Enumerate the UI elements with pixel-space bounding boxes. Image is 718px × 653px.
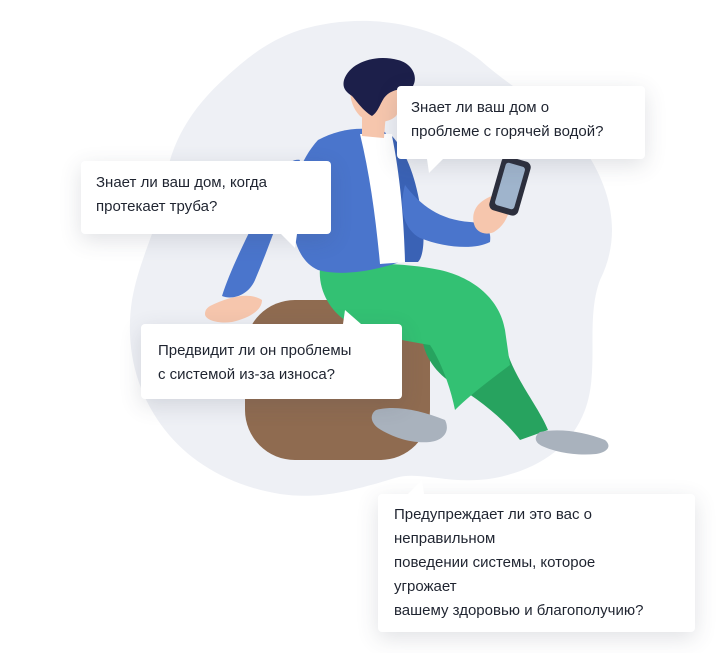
bubble-health-line: угрожает: [394, 578, 457, 595]
bubble-pipe-leak-line: протекает труба?: [96, 198, 218, 215]
hero-illustration-scene: Знает ли ваш дом о проблеме с горячей во…: [0, 0, 718, 653]
bubble-hot-water-line: проблеме с горячей водой?: [411, 123, 604, 140]
bubble-wear-line: Предвидит ли он проблемы: [158, 342, 352, 359]
bubble-wear-line: с системой из-за износа?: [158, 366, 335, 383]
bubble-health-line: неправильном: [394, 530, 496, 547]
bubble-pipe-leak-line: Знает ли ваш дом, когда: [96, 174, 267, 191]
bubble-tail: [427, 159, 443, 173]
bubble-health-line: Предупреждает ли это вас о: [394, 506, 593, 523]
bubble-hot-water-line: Знает ли ваш дом о: [411, 99, 550, 116]
speech-bubble-wear: Предвидит ли он проблемы с системой из-з…: [141, 310, 402, 399]
bubble-health-line: поведении системы, которое: [394, 554, 596, 571]
bubble-tail: [343, 310, 361, 324]
bubble-tail: [281, 234, 297, 248]
speech-bubble-health: Предупреждает ли это вас о неправильном …: [378, 480, 695, 632]
speech-bubble-hot-water: Знает ли ваш дом о проблеме с горячей во…: [397, 86, 645, 173]
speech-bubble-pipe-leak: Знает ли ваш дом, когда протекает труба?: [81, 161, 331, 248]
bubble-health-line: вашему здоровью и благополучию?: [394, 602, 644, 619]
bubble-tail: [408, 480, 424, 494]
